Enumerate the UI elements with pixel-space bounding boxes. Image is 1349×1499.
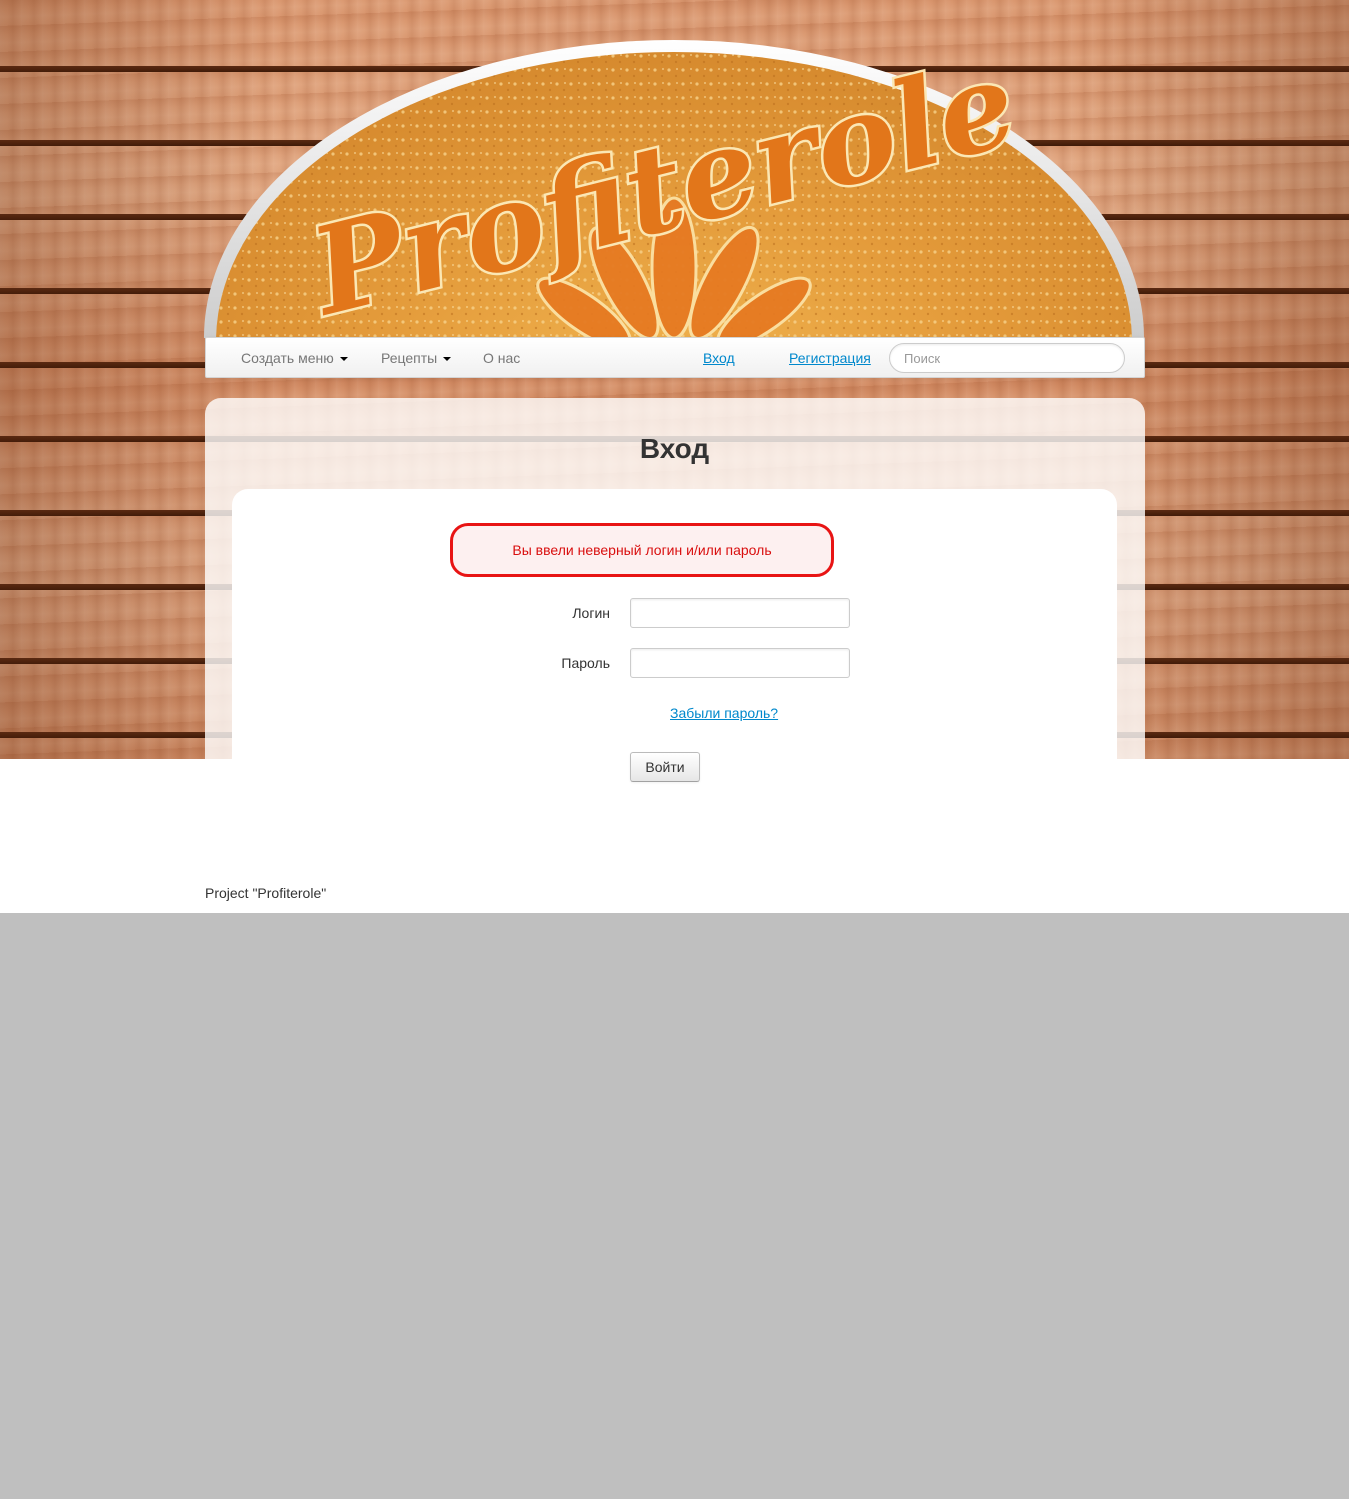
caret-down-icon (443, 357, 452, 362)
login-submit-button[interactable]: Войти (630, 752, 700, 782)
nav-recipes-label: Рецепты (381, 350, 438, 366)
caret-down-icon (339, 357, 348, 362)
password-input[interactable] (630, 648, 850, 678)
login-label: Логин (572, 605, 610, 621)
profiterole-logo-icon: Profiterole (204, 38, 1144, 338)
forgot-password-link[interactable]: Забыли пароль? (670, 705, 778, 721)
nav-create-menu-label: Создать меню (241, 350, 334, 366)
password-label: Пароль (561, 655, 610, 671)
nav-about-label: О нас (483, 350, 521, 366)
register-link[interactable]: Регистрация (789, 350, 871, 366)
error-alert: Вы ввели неверный логин и/или пароль (450, 523, 834, 577)
login-input[interactable] (630, 598, 850, 628)
page-bottom-white (0, 759, 1349, 913)
site-logo[interactable]: Profiterole (204, 38, 1145, 338)
nav-about[interactable]: О нас (483, 350, 520, 366)
nav-create-menu[interactable]: Создать меню (241, 350, 348, 366)
login-link[interactable]: Вход (703, 350, 735, 366)
search-input[interactable] (889, 343, 1125, 373)
footer-text: Project "Profiterole" (205, 885, 327, 901)
page-title: Вход (639, 433, 710, 464)
nav-recipes[interactable]: Рецепты (381, 350, 452, 366)
main-navbar: Создать меню Рецепты О нас Вход Регистра… (205, 337, 1145, 378)
